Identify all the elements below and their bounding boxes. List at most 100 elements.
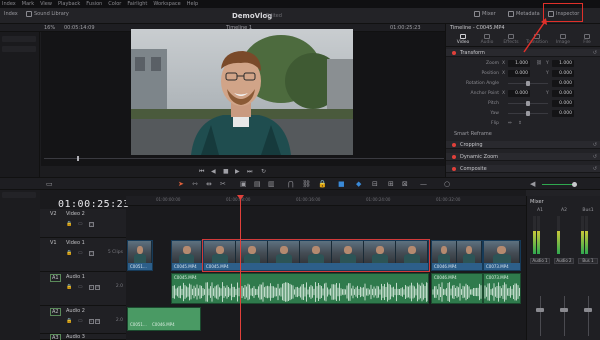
flag-icon[interactable]: ■: [338, 180, 345, 188]
flip-horizontal-icon[interactable]: ⇔: [508, 121, 512, 126]
skip-forward-icon[interactable]: ⏭: [247, 168, 252, 176]
zoom-x-field[interactable]: 1.000: [508, 60, 530, 67]
rotation-field[interactable]: 0.000: [552, 80, 574, 87]
marker-icon[interactable]: ◆: [356, 180, 361, 188]
yaw-field[interactable]: 0.000: [552, 110, 574, 117]
insert-clip-icon[interactable]: ▣: [240, 180, 247, 188]
tab-file[interactable]: File: [576, 33, 598, 47]
track-header-a2[interactable]: A2 Audio 2 🔒 ▭ SM 2.0: [40, 306, 126, 334]
play-icon[interactable]: ▶: [235, 168, 240, 175]
mixer-channel-badge[interactable]: Bus 1: [578, 258, 598, 264]
menu-item[interactable]: Fairlight: [127, 1, 147, 7]
audio-clip[interactable]: C0051... C0046.MP4: [127, 307, 201, 331]
track-controls[interactable]: 🔒 ▭ SM: [66, 318, 101, 324]
pitch-slider-knob[interactable]: [526, 101, 530, 106]
track-header-v1[interactable]: V1 Video 1 🔒 ▭ ◻ 5 Clips: [40, 238, 126, 272]
track-header-a3[interactable]: A3 Audio 3: [40, 334, 126, 340]
fader-knob[interactable]: [536, 308, 544, 312]
anchor-x-field[interactable]: 0.000: [508, 90, 530, 97]
audio-clip[interactable]: C0045.MP4: [171, 273, 429, 304]
video-clip[interactable]: C0046.MP4: [431, 240, 483, 271]
dynamic-trim-icon[interactable]: ⇹: [206, 180, 212, 188]
mute-toggle[interactable]: M: [95, 319, 101, 324]
flip-vertical-icon[interactable]: ⇕: [518, 121, 522, 126]
mixer-channel-badge[interactable]: Audio 1: [530, 258, 550, 264]
position-x-field[interactable]: 0.000: [508, 70, 530, 77]
reset-icon[interactable]: ↺: [593, 154, 597, 160]
menu-item[interactable]: Fusion: [86, 1, 102, 7]
enable-dot-icon[interactable]: [452, 51, 456, 55]
volume-icon[interactable]: ◀: [530, 180, 535, 188]
enable-dot-icon[interactable]: [452, 155, 456, 159]
menu-item[interactable]: View: [40, 1, 52, 7]
panel-row[interactable]: [2, 46, 36, 52]
zoom-slider-icon[interactable]: ○: [444, 180, 450, 188]
video-clip[interactable]: C0051...: [127, 240, 153, 271]
track-controls[interactable]: 🔒 ▭ ◻: [66, 221, 95, 227]
loop-icon[interactable]: ↻: [261, 168, 266, 175]
rewind-icon[interactable]: ◀: [211, 168, 216, 175]
tab-image[interactable]: Image: [552, 33, 574, 47]
link-icon[interactable]: ⛓: [536, 61, 542, 66]
scrub-playhead[interactable]: [77, 156, 79, 161]
zoom-custom-icon[interactable]: ⊠: [402, 180, 408, 188]
fader-knob[interactable]: [560, 308, 568, 312]
track-header-v2[interactable]: V2 Video 2 🔒 ▭ ◻: [40, 209, 126, 238]
trim-tool-icon[interactable]: ⇿: [192, 180, 198, 188]
reset-icon[interactable]: ↺: [593, 142, 597, 148]
layout-icon[interactable]: ▭: [46, 180, 53, 188]
mute-toggle[interactable]: ◻: [89, 222, 95, 227]
cropping-section-header[interactable]: Cropping ↺: [446, 141, 600, 149]
anchor-y-field[interactable]: 0.000: [552, 90, 574, 97]
menu-item[interactable]: Help: [187, 1, 198, 7]
stop-icon[interactable]: ■: [223, 168, 229, 175]
menu-item[interactable]: Workspace: [153, 1, 180, 7]
video-clip[interactable]: C0073.MP4: [483, 240, 521, 271]
zoom-detail-icon[interactable]: ⊞: [388, 180, 394, 188]
blade-tool-icon[interactable]: ✂: [220, 180, 226, 188]
solo-toggle[interactable]: S: [89, 319, 95, 324]
volume-slider-knob[interactable]: [572, 182, 577, 187]
zoom-full-icon[interactable]: ⊟: [372, 180, 378, 188]
video-clip-selected[interactable]: C0045.MP4: [202, 239, 430, 272]
volume-slider[interactable]: [542, 184, 576, 185]
track-controls[interactable]: 🔒 ▭ ◻: [66, 250, 95, 256]
rotation-slider-knob[interactable]: [526, 81, 530, 86]
mixer-button[interactable]: Mixer: [474, 11, 496, 17]
zoom-y-field[interactable]: 1.000: [552, 60, 574, 67]
enable-dot-icon[interactable]: [452, 143, 456, 147]
video-clip[interactable]: C0045.MP4: [171, 240, 203, 271]
playhead-line[interactable]: [240, 196, 241, 340]
mixer-channel-badge[interactable]: Audio 2: [554, 258, 574, 264]
fader-knob[interactable]: [584, 308, 592, 312]
zoom-level[interactable]: 16%: [44, 25, 55, 31]
smart-reframe-header[interactable]: Smart Reframe: [454, 131, 492, 137]
enable-dot-icon[interactable]: [452, 167, 456, 171]
dynamic-zoom-section-header[interactable]: Dynamic Zoom ↺: [446, 153, 600, 161]
audio-clip[interactable]: C0046.MP4: [431, 273, 483, 304]
yaw-slider-knob[interactable]: [526, 111, 530, 116]
mute-toggle[interactable]: ◻: [89, 251, 95, 256]
reset-icon[interactable]: ↺: [593, 50, 597, 56]
position-lock-icon[interactable]: 🔒: [318, 180, 327, 188]
menu-item[interactable]: Mark: [22, 1, 34, 7]
solo-toggle[interactable]: S: [89, 285, 95, 290]
index-button[interactable]: Index: [4, 11, 18, 17]
linked-selection-icon[interactable]: ⛓: [302, 180, 311, 188]
composite-section-header[interactable]: Composite ↺: [446, 165, 600, 173]
menu-item[interactable]: Playback: [58, 1, 80, 7]
pitch-field[interactable]: 0.000: [552, 100, 574, 107]
tab-audio[interactable]: Audio: [476, 33, 498, 47]
mute-toggle[interactable]: M: [95, 285, 101, 290]
menu-item[interactable]: Color: [108, 1, 121, 7]
panel-row[interactable]: [2, 192, 36, 198]
audio-clip[interactable]: C0073.MP4: [483, 273, 521, 304]
reset-icon[interactable]: ↺: [593, 166, 597, 172]
video-preview-frame[interactable]: [131, 29, 353, 155]
snapping-icon[interactable]: ⋂: [288, 180, 294, 188]
track-header-a1[interactable]: A1 Audio 1 🔒 ▭ SM 2.0: [40, 272, 126, 306]
selection-tool-icon[interactable]: ➤: [178, 180, 184, 188]
panel-row[interactable]: [2, 36, 36, 42]
replace-clip-icon[interactable]: ▥: [268, 180, 275, 188]
timeline-ruler[interactable]: 01:00:00:00 01:00:08:00 01:00:16:00 01:0…: [126, 196, 526, 206]
